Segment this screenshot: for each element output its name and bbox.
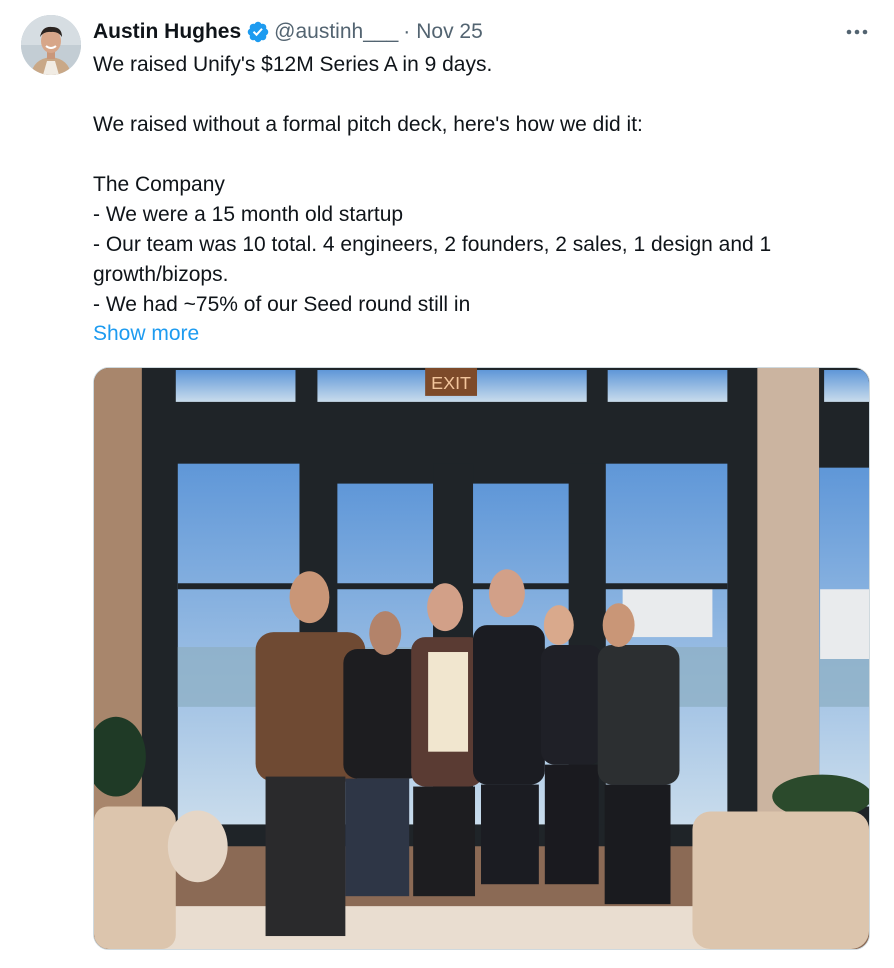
tweet-line: growth/bizops. (93, 263, 229, 286)
tweet-line: We raised without a formal pitch deck, h… (93, 113, 643, 136)
author-handle[interactable]: @austinh___ (274, 17, 398, 47)
separator-dot: · (403, 20, 411, 43)
team-photo: EXIT (94, 368, 869, 949)
tweet-line: - We had ~75% of our Seed round still in (93, 293, 471, 316)
show-more-link[interactable]: Show more (93, 319, 199, 349)
avatar-image (21, 15, 81, 75)
tweet-photo[interactable]: EXIT (93, 367, 870, 950)
tweet-header: Austin Hughes @austinh___ · Nov 25 (93, 17, 483, 47)
tweet-text: We raised Unify's $12M Series A in 9 day… (93, 50, 873, 320)
tweet-line: - Our team was 10 total. 4 engineers, 2 … (93, 233, 772, 256)
exit-sign-text: EXIT (431, 373, 471, 393)
tweet-line: - We were a 15 month old startup (93, 203, 404, 226)
tweet-line: We raised Unify's $12M Series A in 9 day… (93, 53, 493, 76)
avatar[interactable] (21, 15, 81, 75)
tweet-date[interactable]: Nov 25 (416, 17, 483, 47)
tweet-line: The Company (93, 173, 225, 196)
verified-badge-icon[interactable] (246, 20, 270, 44)
author-name[interactable]: Austin Hughes (93, 17, 241, 47)
more-options-icon[interactable] (842, 20, 872, 44)
